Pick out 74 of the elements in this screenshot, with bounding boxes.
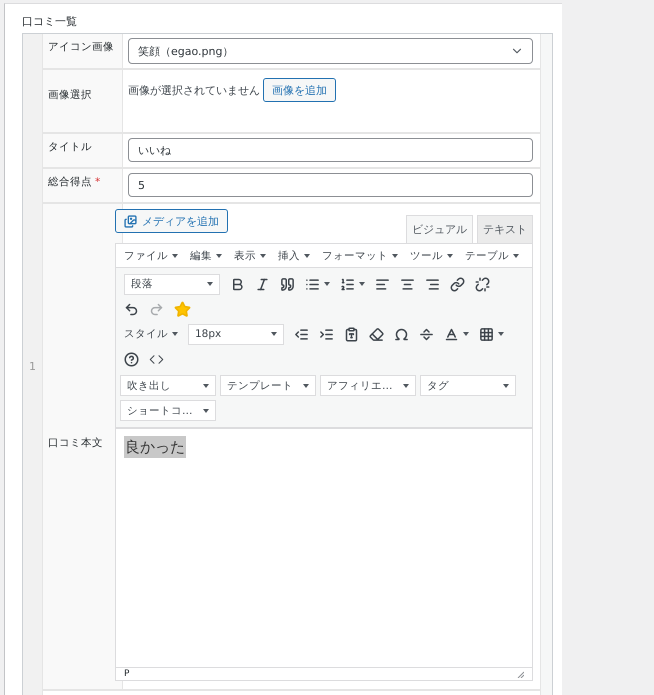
caret-icon xyxy=(172,332,178,336)
shortcode-select[interactable]: 吹き出し xyxy=(120,375,216,396)
separator-icon[interactable] xyxy=(419,326,434,342)
add-media-button[interactable]: メディアを追加 xyxy=(115,209,228,233)
caret-icon xyxy=(216,254,222,258)
omega-icon[interactable] xyxy=(394,326,409,342)
caret-icon xyxy=(392,254,398,258)
image-status: 画像が選択されていません xyxy=(128,82,260,98)
bullet-list-icon[interactable] xyxy=(305,276,320,292)
editor-text: 良かった xyxy=(124,436,186,458)
star-icon[interactable] xyxy=(174,300,191,318)
paste-text-icon[interactable] xyxy=(344,326,359,342)
font-size-select[interactable]: 18px xyxy=(188,324,284,344)
align-right-icon[interactable] xyxy=(425,276,440,292)
field-label: アイコン画像 xyxy=(48,40,114,55)
menu-item[interactable]: 表示 xyxy=(234,248,266,262)
text-field[interactable]: 5 xyxy=(128,173,533,197)
quote-icon[interactable] xyxy=(280,276,295,292)
caret-icon xyxy=(304,254,310,258)
align-left-icon[interactable] xyxy=(375,276,390,292)
bold-icon[interactable] xyxy=(230,276,245,292)
caret-icon xyxy=(403,384,409,388)
caret-icon xyxy=(498,332,504,336)
help-icon[interactable] xyxy=(124,352,139,366)
editor-tab[interactable]: テキスト xyxy=(477,215,533,244)
shortcode-select[interactable]: テンプレート xyxy=(220,375,316,396)
shortcode-select[interactable]: タグ xyxy=(420,375,516,396)
resize-grip-icon[interactable] xyxy=(517,670,524,678)
row-number: 1 xyxy=(29,360,36,373)
caret-icon xyxy=(172,254,178,258)
field-label: 口コミ本文 xyxy=(48,436,103,451)
menu-item[interactable]: フォーマット xyxy=(322,248,398,262)
numbered-list-icon[interactable] xyxy=(340,276,355,292)
text-field[interactable]: いいね xyxy=(128,138,533,162)
menu-item[interactable]: 編集 xyxy=(190,248,222,262)
media-icon xyxy=(124,214,137,228)
caret-icon xyxy=(463,332,469,336)
icon-select[interactable]: 笑顔（egao.png） xyxy=(128,38,533,64)
caret-icon xyxy=(447,254,453,258)
menu-item[interactable]: 挿入 xyxy=(278,248,310,262)
element-path: P xyxy=(124,669,130,679)
editor-tab[interactable]: ビジュアル xyxy=(406,215,473,244)
section-title: 口コミ一覧 xyxy=(22,14,78,29)
menu-item[interactable]: ファイル xyxy=(124,248,178,262)
field-label: 画像選択 xyxy=(48,88,92,103)
menu-item[interactable]: テーブル xyxy=(465,248,519,262)
caret-icon xyxy=(303,384,309,388)
unlink-icon[interactable] xyxy=(475,276,490,292)
link-icon[interactable] xyxy=(450,276,465,292)
caret-icon xyxy=(271,332,277,336)
outdent-icon[interactable] xyxy=(294,326,309,342)
caret-icon xyxy=(359,282,365,286)
align-center-icon[interactable] xyxy=(400,276,415,292)
indent-icon[interactable] xyxy=(319,326,334,342)
format-select[interactable]: 段落 xyxy=(124,274,220,294)
text-color-icon[interactable] xyxy=(444,326,459,342)
shortcode-select[interactable]: ショートコ… xyxy=(120,400,216,421)
add-image-button[interactable]: 画像を追加 xyxy=(263,78,336,102)
eraser-icon[interactable] xyxy=(369,326,384,342)
undo-icon[interactable] xyxy=(124,302,139,316)
style-menu[interactable]: スタイル xyxy=(124,327,178,341)
caret-icon xyxy=(207,282,213,286)
field-label: タイトル xyxy=(48,140,92,155)
caret-icon xyxy=(260,254,266,258)
caret-icon xyxy=(203,384,209,388)
italic-icon[interactable] xyxy=(255,276,270,292)
caret-icon xyxy=(203,408,209,412)
menu-item[interactable]: ツール xyxy=(410,248,453,262)
caret-icon xyxy=(503,384,509,388)
field-label: 総合得点 * xyxy=(48,175,100,190)
table-icon[interactable] xyxy=(479,326,494,342)
shortcode-select[interactable]: アフィリエ… xyxy=(320,375,416,396)
caret-icon xyxy=(513,254,519,258)
caret-icon xyxy=(324,282,330,286)
